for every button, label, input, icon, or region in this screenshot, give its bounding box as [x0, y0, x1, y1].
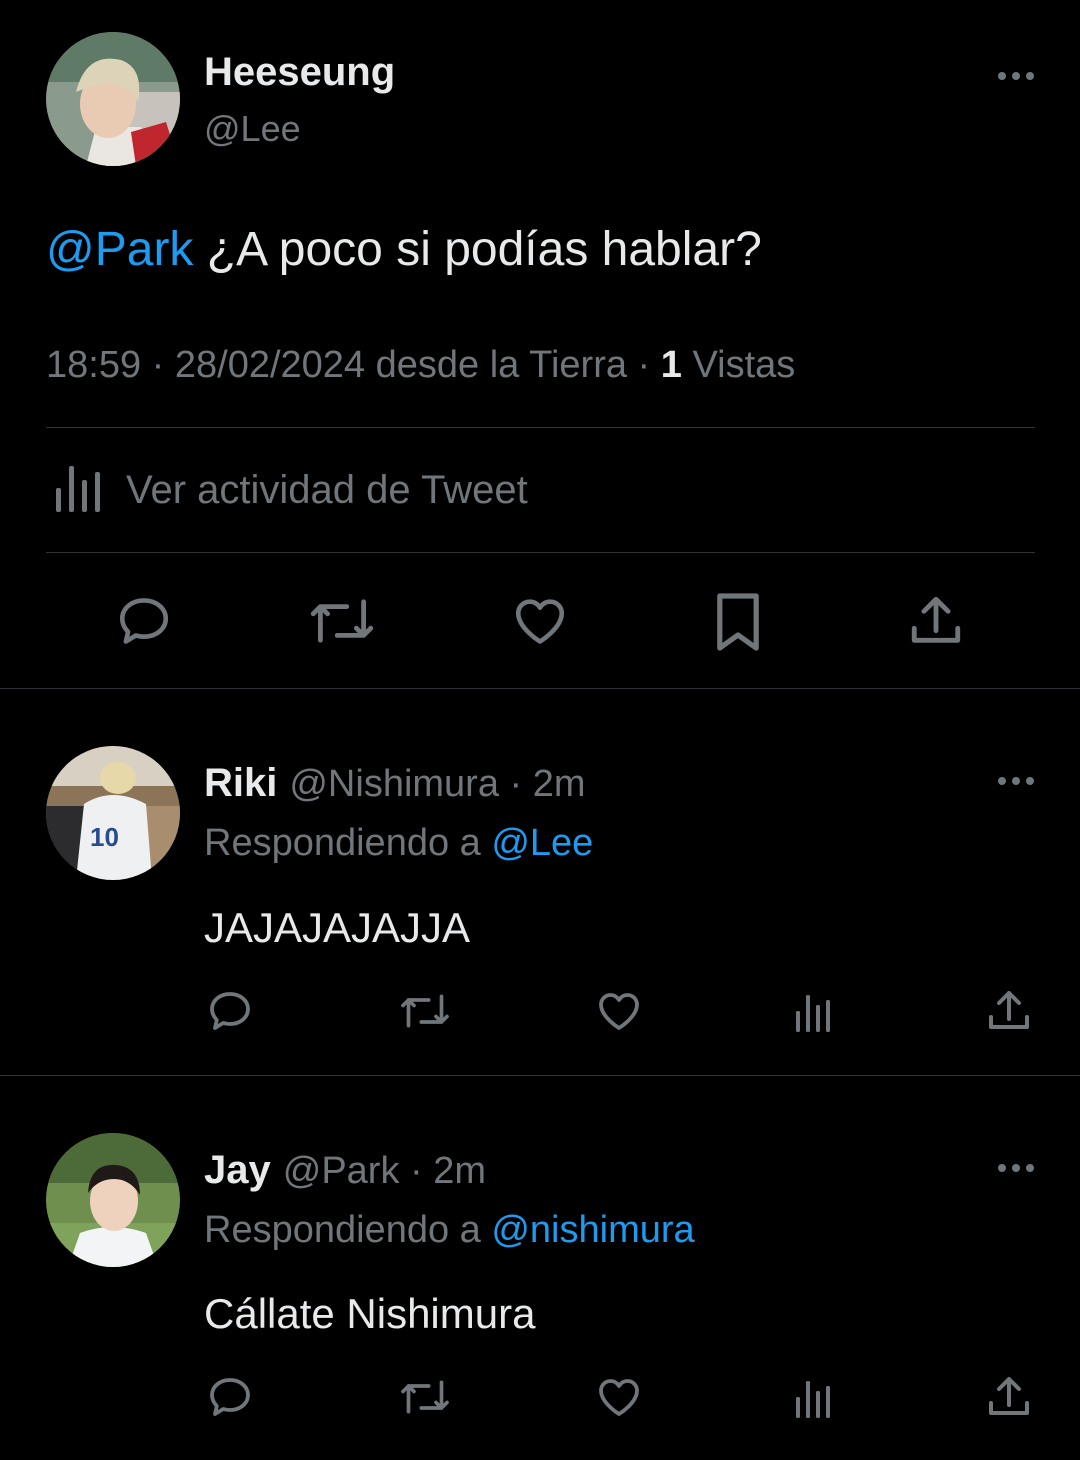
retweet-icon[interactable] — [396, 1375, 454, 1419]
retweet-icon[interactable] — [306, 592, 378, 650]
more-options-icon[interactable] — [998, 773, 1038, 789]
meta-separator: · — [141, 344, 175, 386]
analytics-icon[interactable] — [794, 1379, 834, 1419]
retweet-icon[interactable] — [396, 989, 454, 1033]
replying-prefix: Respondiendo a — [204, 1209, 492, 1251]
more-options-icon[interactable] — [998, 68, 1038, 84]
reply-author-name[interactable]: Riki — [204, 761, 277, 805]
tweet-body: ¿A poco si podías hablar? — [193, 223, 762, 276]
reply-author-handle[interactable]: @Park — [283, 1150, 400, 1192]
reply-time[interactable]: · 2m — [510, 763, 586, 805]
share-icon[interactable] — [906, 592, 966, 650]
avatar[interactable] — [46, 32, 180, 166]
author-handle[interactable]: @Lee — [204, 108, 301, 150]
replying-prefix: Respondiendo a — [204, 822, 492, 864]
reply-tweet[interactable]: 10 Riki @Nishimura · 2m Respondiendo a @L… — [0, 689, 1080, 1075]
reply-icon[interactable] — [204, 1373, 256, 1421]
author-name[interactable]: Heeseung — [204, 50, 395, 95]
replying-mention[interactable]: @Lee — [491, 822, 593, 864]
analytics-icon[interactable] — [794, 993, 834, 1033]
tweet-date[interactable]: 28/02/2024 — [175, 344, 365, 386]
divider — [46, 427, 1035, 428]
reply-text: Cállate Nishimura — [204, 1290, 536, 1337]
reply-header: Riki @Nishimura · 2m — [204, 761, 586, 806]
analytics-icon — [56, 466, 100, 512]
bookmark-icon[interactable] — [712, 590, 764, 654]
replying-to: Respondiendo a @Lee — [204, 822, 593, 865]
meta-separator: · — [627, 344, 661, 386]
share-icon[interactable] — [984, 987, 1034, 1035]
reply-author-name[interactable]: Jay — [204, 1148, 271, 1192]
main-tweet: Heeseung @Lee @Park ¿A poco si podías ha… — [0, 0, 1080, 688]
reply-icon[interactable] — [204, 987, 256, 1035]
reply-author-handle[interactable]: @Nishimura — [289, 763, 499, 805]
like-icon[interactable] — [510, 592, 570, 650]
tweet-source: desde la Tierra — [375, 344, 627, 386]
views-count: 1 — [660, 344, 682, 386]
activity-label: Ver actividad de Tweet — [126, 468, 528, 512]
reply-header: Jay @Park · 2m — [204, 1148, 486, 1193]
views-label: Vistas — [681, 344, 796, 386]
more-options-icon[interactable] — [998, 1160, 1038, 1176]
reply-text: JAJAJAJAJJA — [204, 904, 471, 951]
mention-link[interactable]: @Park — [46, 223, 193, 276]
avatar[interactable]: 10 — [46, 746, 180, 880]
reply-time[interactable]: · 2m — [410, 1150, 486, 1192]
avatar[interactable] — [46, 1133, 180, 1267]
replying-mention[interactable]: @nishimura — [491, 1209, 694, 1251]
replying-to: Respondiendo a @nishimura — [204, 1209, 695, 1252]
tweet-meta: 18:59 · 28/02/2024 desde la Tierra · 1 V… — [46, 344, 795, 387]
divider — [46, 552, 1035, 553]
tweet-text: @Park ¿A poco si podías hablar? — [46, 222, 762, 277]
tweet-time[interactable]: 18:59 — [46, 344, 141, 386]
tweet-activity-button[interactable]: Ver actividad de Tweet — [46, 452, 1035, 532]
reply-tweet[interactable]: Jay @Park · 2m Respondiendo a @nishimura … — [0, 1076, 1080, 1460]
svg-text:10: 10 — [90, 822, 119, 852]
share-icon[interactable] — [984, 1373, 1034, 1421]
reply-icon[interactable] — [114, 592, 174, 650]
like-icon[interactable] — [594, 1373, 644, 1421]
like-icon[interactable] — [594, 987, 644, 1035]
